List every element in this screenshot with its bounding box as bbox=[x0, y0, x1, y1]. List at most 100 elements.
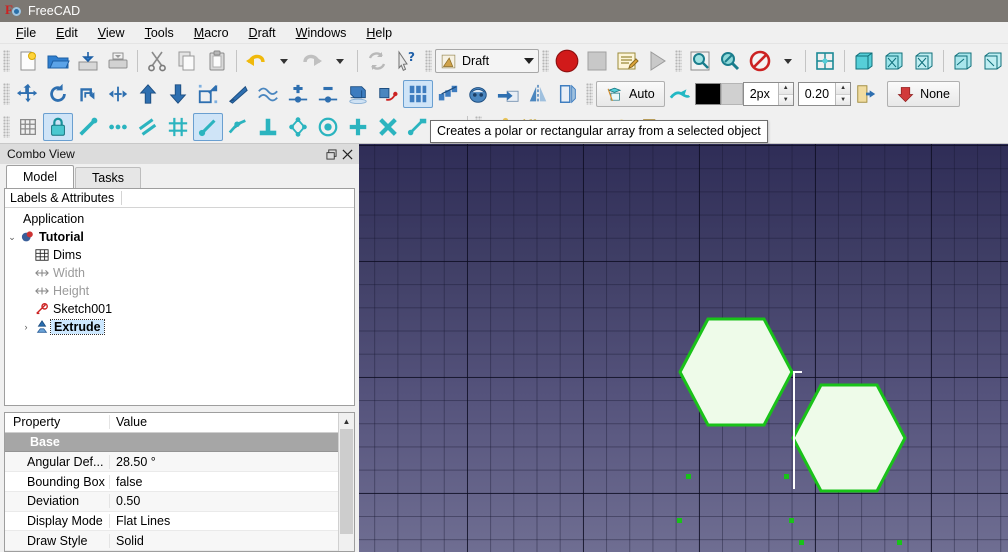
property-value[interactable]: false bbox=[110, 475, 338, 489]
snap-ortho-icon[interactable] bbox=[373, 113, 403, 141]
menu-macro[interactable]: Macro bbox=[184, 24, 239, 42]
tree-item-height[interactable]: Height bbox=[5, 282, 354, 300]
snap-dimensions-icon[interactable] bbox=[403, 113, 433, 141]
menu-help[interactable]: Help bbox=[356, 24, 402, 42]
face-color-swatch[interactable] bbox=[695, 83, 721, 105]
fit-selection-icon[interactable] bbox=[715, 47, 745, 75]
macro-stop-icon[interactable] bbox=[582, 47, 612, 75]
shape-color-swatch[interactable] bbox=[721, 83, 743, 105]
snap-grid-icon[interactable] bbox=[13, 113, 43, 141]
3d-viewport[interactable] bbox=[359, 144, 1008, 552]
snap-endpoint-icon[interactable] bbox=[73, 113, 103, 141]
paste-icon[interactable] bbox=[202, 47, 232, 75]
draft-to-sketch-icon[interactable] bbox=[373, 80, 403, 108]
apply-style-icon[interactable] bbox=[851, 80, 881, 108]
chevron-right-icon[interactable]: › bbox=[19, 322, 33, 332]
add-point-icon[interactable] bbox=[283, 80, 313, 108]
toolbar-grip[interactable] bbox=[425, 50, 432, 72]
fit-all-icon[interactable] bbox=[685, 47, 715, 75]
toolbar-grip[interactable] bbox=[3, 116, 10, 138]
snap-near-icon[interactable] bbox=[343, 113, 373, 141]
snap-parallel-icon[interactable] bbox=[133, 113, 163, 141]
drawing-view-icon[interactable] bbox=[493, 80, 523, 108]
undo-dropdown-icon[interactable] bbox=[271, 47, 297, 75]
working-plane-button[interactable]: Auto bbox=[596, 81, 665, 107]
snap-intersection-icon[interactable] bbox=[163, 113, 193, 141]
wire-to-bspline-icon[interactable] bbox=[253, 80, 283, 108]
cut-icon[interactable] bbox=[142, 47, 172, 75]
tree-root-application[interactable]: Application bbox=[5, 210, 354, 228]
trimex-icon[interactable] bbox=[103, 80, 133, 108]
chevron-down-icon[interactable]: ⌄ bbox=[5, 232, 19, 243]
tree-item-tutorial[interactable]: ⌄ Tutorial bbox=[5, 228, 354, 246]
save-document-icon[interactable] bbox=[73, 47, 103, 75]
autogroup-button[interactable]: None bbox=[887, 81, 960, 107]
property-value[interactable]: Flat Lines bbox=[110, 514, 338, 528]
new-document-icon[interactable] bbox=[13, 47, 43, 75]
downgrade-icon[interactable] bbox=[163, 80, 193, 108]
property-group-base[interactable]: Base bbox=[5, 433, 338, 453]
restore-icon[interactable] bbox=[323, 146, 339, 162]
mirror-icon[interactable] bbox=[523, 80, 553, 108]
tree-item-dims[interactable]: Dims bbox=[5, 246, 354, 264]
bottom-view-icon[interactable] bbox=[978, 47, 1008, 75]
redo-dropdown-icon[interactable] bbox=[327, 47, 353, 75]
close-icon[interactable] bbox=[339, 146, 355, 162]
right-view-icon[interactable] bbox=[909, 47, 939, 75]
draw-style-icon[interactable] bbox=[745, 47, 775, 75]
tree-item-extrude[interactable]: › Extrude bbox=[5, 318, 354, 336]
top-view-icon[interactable] bbox=[879, 47, 909, 75]
toolbar-grip[interactable] bbox=[675, 50, 682, 72]
menu-tools[interactable]: Tools bbox=[135, 24, 184, 42]
macro-edit-icon[interactable] bbox=[612, 47, 642, 75]
tree-item-sketch001[interactable]: Sketch001 bbox=[5, 300, 354, 318]
toolbar-grip[interactable] bbox=[3, 50, 10, 72]
macro-record-icon[interactable] bbox=[552, 47, 582, 75]
move-icon[interactable] bbox=[13, 80, 43, 108]
path-array-icon[interactable] bbox=[433, 80, 463, 108]
axonometric-icon[interactable] bbox=[810, 47, 840, 75]
tab-model[interactable]: Model bbox=[6, 165, 74, 188]
snap-midpoint-icon[interactable] bbox=[193, 113, 223, 141]
scale-icon[interactable] bbox=[193, 80, 223, 108]
edit-icon[interactable] bbox=[223, 80, 253, 108]
font-size-stepper[interactable]: 0.20 ▲▼ bbox=[798, 82, 851, 106]
menu-draft[interactable]: Draft bbox=[239, 24, 286, 42]
property-row[interactable]: Bounding Box false bbox=[5, 472, 338, 492]
toolbar-grip[interactable] bbox=[3, 83, 10, 105]
snap-angle-icon[interactable] bbox=[223, 113, 253, 141]
property-value[interactable]: 0.50 bbox=[110, 494, 338, 508]
offset-icon[interactable] bbox=[73, 80, 103, 108]
draw-style-dropdown-icon[interactable] bbox=[775, 47, 801, 75]
snap-center-icon[interactable] bbox=[103, 113, 133, 141]
stretch-icon[interactable] bbox=[553, 80, 583, 108]
menu-edit[interactable]: Edit bbox=[46, 24, 88, 42]
property-value[interactable]: Solid bbox=[110, 534, 338, 548]
open-document-icon[interactable] bbox=[43, 47, 73, 75]
property-scrollbar[interactable]: ▲ bbox=[338, 413, 354, 551]
menu-file[interactable]: File bbox=[6, 24, 46, 42]
remove-point-icon[interactable] bbox=[313, 80, 343, 108]
snap-special-icon[interactable] bbox=[313, 113, 343, 141]
macro-execute-icon[interactable] bbox=[642, 47, 672, 75]
menu-windows[interactable]: Windows bbox=[286, 24, 357, 42]
shape-2d-view-icon[interactable] bbox=[343, 80, 373, 108]
property-row[interactable]: Angular Def... 28.50 ° bbox=[5, 452, 338, 472]
rear-view-icon[interactable] bbox=[948, 47, 978, 75]
snap-lock-icon[interactable] bbox=[43, 113, 73, 141]
menu-view[interactable]: View bbox=[88, 24, 135, 42]
property-row[interactable]: Deviation 0.50 bbox=[5, 492, 338, 512]
property-row[interactable]: Display Mode Flat Lines bbox=[5, 512, 338, 532]
toolbar-grip[interactable] bbox=[586, 83, 593, 105]
line-width-arrows[interactable]: ▲▼ bbox=[778, 83, 793, 105]
line-color-icon[interactable] bbox=[665, 80, 695, 108]
workbench-selector[interactable]: Draft bbox=[435, 49, 539, 73]
print-document-icon[interactable] bbox=[103, 47, 133, 75]
scroll-thumb[interactable] bbox=[340, 429, 353, 534]
tab-tasks[interactable]: Tasks bbox=[75, 167, 141, 188]
whats-this-icon[interactable]: ? bbox=[392, 47, 422, 75]
clone-icon[interactable] bbox=[463, 80, 493, 108]
redo-icon[interactable] bbox=[297, 47, 327, 75]
copy-icon[interactable] bbox=[172, 47, 202, 75]
property-row[interactable]: Draw Style Solid bbox=[5, 531, 338, 551]
